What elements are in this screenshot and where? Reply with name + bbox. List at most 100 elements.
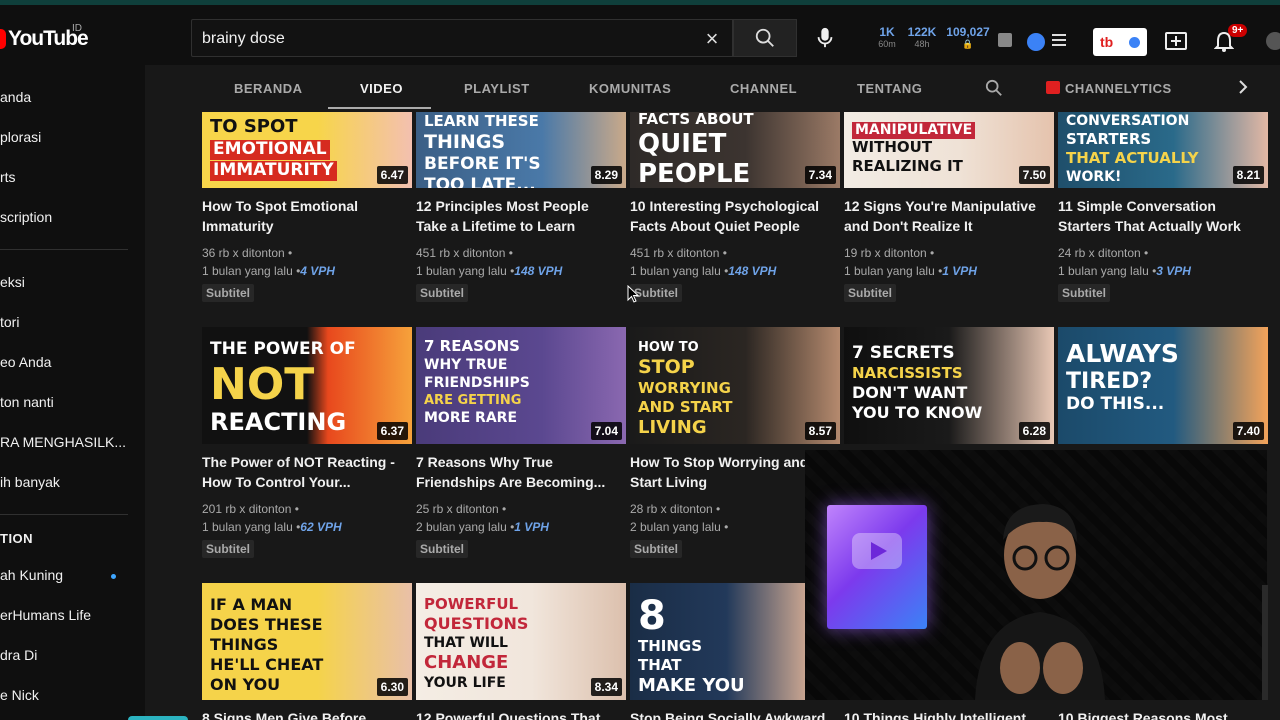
views-per-hour: 1 VPH [942,264,977,278]
tab-beranda[interactable]: BERANDA [234,81,303,96]
tab-video[interactable]: VIDEO [360,81,403,96]
sidebar-subscription[interactable]: erHumans Life [0,607,91,623]
sidebar-item-library[interactable]: eksi [0,274,25,290]
view-count: 36 rb x ditonton • [202,246,293,260]
video-thumbnail[interactable]: IF A MAN DOES THESE THINGS HE'LL CHEAT ON YO… [202,583,412,700]
tab-tentang[interactable]: TENTANG [857,81,922,96]
thumbnail-text: NOT [210,359,315,410]
search-icon[interactable] [985,79,1003,97]
video-thumbnail[interactable]: learn these things before it's too late... 8… [416,112,626,188]
thumbnail-text: YOU TO KNOW [852,403,983,422]
video-title[interactable]: 12 Signs You're Manipulative and Don't R… [844,196,1049,236]
sidebar-item-watch-later[interactable]: ton nanti [0,394,54,410]
thumbnail-text: CONVERSATION [1066,113,1190,129]
sidebar-subscription[interactable]: e Nick [0,687,39,703]
sidebar-item-subscriptions[interactable]: scription [0,209,52,225]
stat-sub: 60m [878,39,896,49]
video-thumbnail[interactable]: 7 SECRETS NARCISSISTS DON'T WANT YOU TO KNO… [844,327,1054,444]
video-thumbnail[interactable]: POWERFUL QUESTIONS THAT WILL CHANGE YOUR LIF… [416,583,626,700]
clear-search-button[interactable]: × [698,25,726,53]
views-per-hour: 1 VPH [514,520,549,534]
thumbnail-text: THE POWER OF [210,339,356,359]
video-title[interactable]: 12 Principles Most People Take a Lifetim… [416,196,621,236]
video-title[interactable]: The Power of NOT Reacting - How To Contr… [202,452,407,492]
thumbnail-text: HE'LL CHEAT [210,655,324,674]
video-title[interactable]: 10 Interesting Psychological Facts About… [630,196,835,236]
upload-age: 1 bulan yang lalu •1 VPH [844,262,977,280]
video-title[interactable]: 10 Things Highly Intelligent [844,708,1049,720]
video-title[interactable]: 12 Powerful Questions That [416,708,621,720]
video-title[interactable]: 11 Simple Conversation Starters That Act… [1058,196,1263,236]
sidebar-section-subscriptions: TION [0,531,34,546]
tab-channelytics[interactable]: CHANNELYTICS [1065,81,1172,96]
chevron-right-icon[interactable] [1236,80,1250,94]
voice-search-button[interactable] [809,22,841,54]
video-thumbnail[interactable]: CONVERSATION STARTERS that actually WORK! 8.… [1058,112,1268,188]
extension-icon[interactable] [1027,33,1045,51]
thumbnail-text: DOES THESE [210,615,323,634]
tubebuddy-button[interactable]: tb [1093,28,1147,56]
tab-playlist[interactable]: PLAYLIST [464,81,530,96]
sidebar-subscription[interactable]: dra Di [0,647,37,663]
thumbnail-text: IF A MAN [210,595,293,614]
subtitle-badge: Subtitel [202,540,254,558]
thumbnail-text: QUESTIONS [424,614,529,633]
search-input[interactable] [202,28,682,50]
create-video-icon[interactable] [1165,32,1187,50]
search-button[interactable] [733,19,797,57]
thumbnail-text: things [424,131,506,153]
subtitle-badge: Subtitel [630,540,682,558]
stat-value: 1K [879,25,895,39]
sidebar-item-show-more[interactable]: ih banyak [0,474,60,490]
video-thumbnail[interactable]: TO SPOT EMOTIONAL IMMATURITY 6.47 [202,112,412,188]
video-thumbnail[interactable]: THE POWER OF NOT REACTING 6.37 [202,327,412,444]
video-duration: 7.50 [1018,166,1050,184]
age-text: 1 bulan yang lalu • [630,264,729,278]
age-text: 1 bulan yang lalu • [202,264,301,278]
video-thumbnail[interactable]: MANIPULATIVE WITHOUT REALIZING IT 7.50 [844,112,1054,188]
sidebar-item-your-videos[interactable]: eo Anda [0,354,51,370]
video-thumbnail[interactable]: ALWAYS TIRED? DO THIS... 7.40 [1058,327,1268,444]
youtube-logo[interactable]: YouTube ID [0,23,89,51]
video-thumbnail[interactable]: 8THINGSTHATMAKE YOU AWKWARD [630,583,805,700]
chart-icon[interactable] [998,33,1012,47]
thumbnail-text: THINGS [638,637,703,655]
notification-count: 9+ [1228,24,1248,37]
webcam-overlay [805,450,1267,700]
age-text: 1 bulan yang lalu • [416,264,515,278]
video-duration: 7.04 [590,422,622,440]
account-icon[interactable] [1265,31,1280,51]
video-title[interactable]: How To Spot Emotional Immaturity [202,196,407,236]
tab-komunitas[interactable]: KOMUNITAS [589,81,671,96]
mouse-cursor-icon [627,285,639,303]
thumbnail-text: 7 REASONS [424,337,520,355]
video-duration: 6.28 [1018,422,1050,440]
search-box: × [191,19,733,57]
video-title[interactable]: Stop Being Socially Awkward [630,708,835,720]
sidebar-item-explore[interactable]: plorasi [0,129,41,145]
video-thumbnail[interactable]: 7 REASONS why TRUE FRIENDSHIPS are getting M… [416,327,626,444]
tab-channel[interactable]: CHANNEL [730,81,797,96]
stat-value: 109,027 [946,25,990,39]
subtitle-badge: Subtitel [1058,284,1110,302]
video-title[interactable]: 8 Signs Men Give Before [202,708,407,720]
video-title[interactable]: 10 Biggest Reasons Most [1058,708,1263,720]
sidebar-item-shorts[interactable]: rts [0,169,16,185]
video-thumbnail[interactable]: HOW TO STOP WORRYING AND START LIVING 8.57 [630,327,840,444]
thumbnail-text: before it's [424,154,541,174]
sidebar-item-home[interactable]: anda [0,89,31,105]
stat-60m: 1K 60m [872,25,902,49]
sidebar-divider [0,514,128,515]
video-title[interactable]: 7 Reasons Why True Friendships Are Becom… [416,452,621,492]
view-count: 451 rb x ditonton • [630,246,727,260]
play-icon [852,533,902,569]
upload-age: 2 bulan yang lalu •1 VPH [416,518,549,536]
sidebar-item-history[interactable]: tori [0,314,19,330]
video-thumbnail[interactable]: FACTS ABOUT QUIET PEOPLE 7.34 [630,112,840,188]
thumbnail-text: MAKE YOU [638,675,745,696]
scrollbar[interactable] [1262,585,1268,700]
menu-icon[interactable] [1052,34,1066,46]
sidebar-item-playlist[interactable]: RA MENGHASILK... [0,434,126,450]
sidebar-subscription[interactable]: ah Kuning [0,567,63,583]
silver-play-button-plaque [827,505,927,629]
